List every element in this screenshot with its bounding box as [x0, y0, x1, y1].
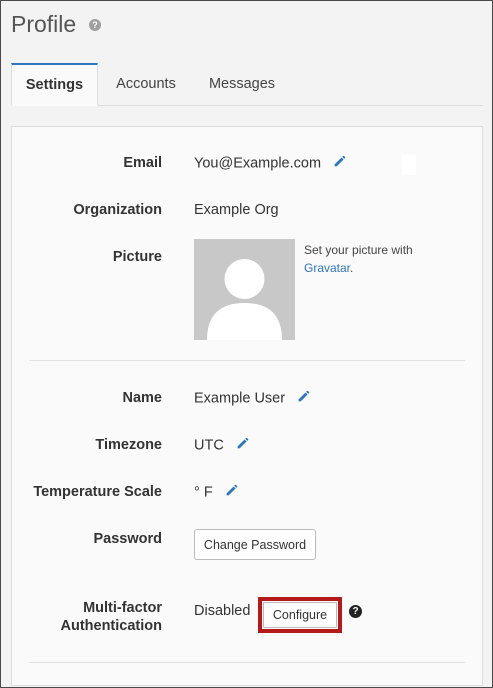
- avatar: [194, 239, 295, 340]
- picture-note-period: .: [350, 261, 354, 275]
- blank-box: [402, 155, 416, 175]
- configure-button[interactable]: Configure: [263, 602, 337, 628]
- page-header: Profile ?: [11, 11, 101, 38]
- pencil-icon[interactable]: [225, 484, 238, 501]
- tab-settings[interactable]: Settings: [11, 63, 98, 106]
- divider: [29, 360, 465, 361]
- temperature-value: ° F: [194, 484, 238, 501]
- organization-label: Organization: [73, 202, 162, 218]
- timezone-label: Timezone: [95, 437, 162, 453]
- picture-label: Picture: [112, 249, 162, 265]
- question-circle-icon[interactable]: ?: [349, 605, 362, 618]
- gravatar-link[interactable]: Gravatar: [304, 261, 350, 275]
- question-circle-icon[interactable]: ?: [89, 19, 101, 31]
- tab-accounts[interactable]: Accounts: [101, 63, 191, 105]
- timezone-text: UTC: [194, 437, 224, 454]
- name-value: Example User: [194, 390, 310, 407]
- mfa-label-line1: Multi-factor: [83, 600, 162, 616]
- temperature-label: Temperature Scale: [33, 484, 162, 500]
- divider: [29, 662, 465, 663]
- pencil-icon[interactable]: [333, 155, 346, 172]
- mfa-label-line2: Authentication: [60, 618, 163, 634]
- pencil-icon[interactable]: [297, 390, 310, 407]
- change-password-button[interactable]: Change Password: [194, 529, 316, 560]
- name-text: Example User: [194, 390, 286, 407]
- temperature-text: ° F: [194, 484, 213, 501]
- mfa-label: Multi-factor Authentication: [61, 599, 163, 635]
- settings-panel: Email You@Example.com Organization Examp…: [11, 126, 483, 686]
- picture-note: Set your picture with Gravatar.: [304, 241, 424, 277]
- timezone-value: UTC: [194, 437, 249, 454]
- mfa-status: Disabled: [194, 603, 251, 619]
- pencil-icon[interactable]: [236, 437, 249, 454]
- email-label: Email: [123, 155, 162, 171]
- email-text: You@Example.com: [194, 155, 322, 172]
- organization-value: Example Org: [194, 202, 279, 218]
- password-label: Password: [93, 531, 163, 547]
- tab-bar: Settings Accounts Messages: [11, 63, 483, 106]
- tab-messages[interactable]: Messages: [196, 63, 288, 105]
- name-label: Name: [122, 390, 163, 406]
- picture-note-text: Set your picture with: [304, 243, 413, 257]
- page-title: Profile: [11, 11, 77, 37]
- email-value: You@Example.com: [194, 155, 346, 172]
